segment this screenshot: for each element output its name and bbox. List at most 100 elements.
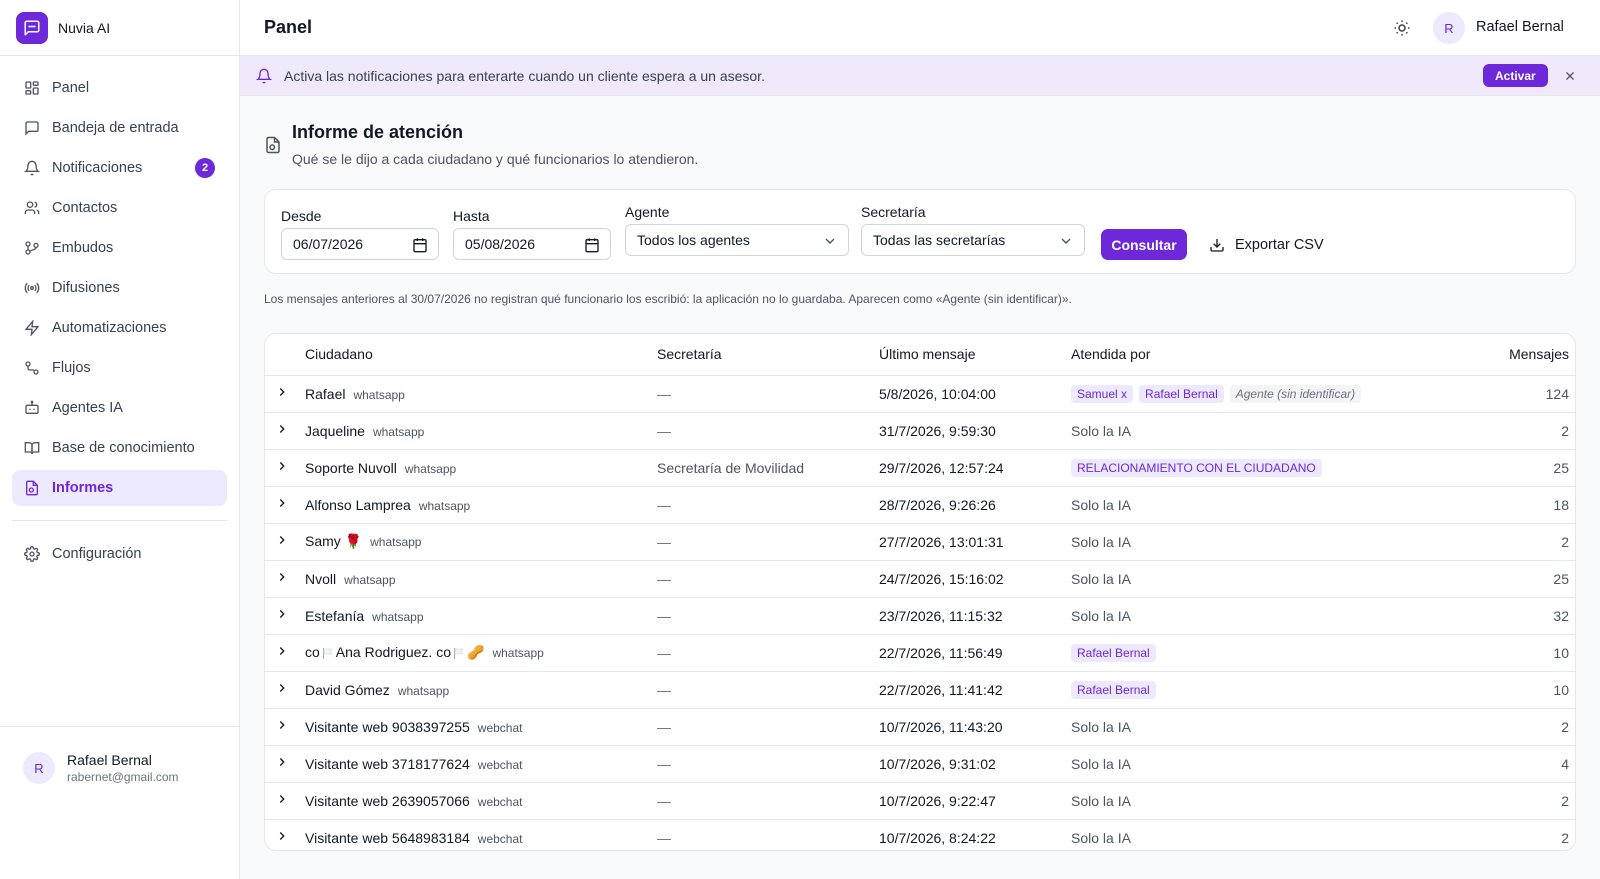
agent-pill: Agente (sin identificar) xyxy=(1229,384,1362,403)
sidebar-item-difusiones[interactable]: Difusiones xyxy=(12,270,227,306)
hasta-label: Hasta xyxy=(453,208,490,224)
sidebar-item-label: Informes xyxy=(52,480,114,496)
atendida-text: Solo la IA xyxy=(1071,570,1131,587)
close-icon[interactable] xyxy=(1562,68,1578,84)
table-row[interactable]: Visitante web 5648983184 webchat — 10/7/202… xyxy=(265,819,1575,850)
sidebar-item-base-conocimiento[interactable]: Base de conocimiento xyxy=(12,430,227,466)
chevron-right-icon[interactable] xyxy=(275,533,289,547)
atendida-por-cell: Solo la IA xyxy=(1071,819,1505,850)
expand-cell xyxy=(265,412,305,450)
ultimo-mensaje-cell: 29/7/2026, 12:57:24 xyxy=(879,449,1071,487)
table-row[interactable]: Alfonso Lamprea whatsapp —28/7/2026, 9:26:… xyxy=(265,486,1575,524)
user-email: rabernet@gmail.com xyxy=(67,770,179,784)
expand-cell xyxy=(265,708,305,746)
chevron-right-icon[interactable] xyxy=(275,644,289,658)
consultar-button[interactable]: Consultar xyxy=(1101,229,1187,260)
table-row[interactable]: Estefanía whatsapp —23/7/2026, 11:15:32 Sol… xyxy=(265,597,1575,635)
sidebar-item-label: Base de conocimiento xyxy=(52,440,195,456)
header-secretaria[interactable]: Secretaría xyxy=(657,334,879,376)
table-row[interactable]: Rafael whatsapp —5/8/2026, 10:04:00 Samuel … xyxy=(265,375,1575,413)
sidebar-item-configuracion[interactable]: Configuración xyxy=(12,536,227,572)
sidebar-item-bandeja[interactable]: Bandeja de entrada xyxy=(12,110,227,146)
chevron-right-icon[interactable] xyxy=(275,570,289,584)
atendida-por-cell: Solo la IA xyxy=(1071,597,1505,635)
message-square-icon xyxy=(16,11,48,44)
sidebar-item-informes[interactable]: Informes xyxy=(12,470,227,506)
chevron-right-icon[interactable] xyxy=(275,607,289,621)
mensajes-cell: 2 xyxy=(1505,708,1575,746)
layout-grid-icon xyxy=(24,80,40,96)
header-ultimo-mensaje[interactable]: Último mensaje xyxy=(879,334,1071,376)
table-row[interactable]: Nvoll whatsapp —24/7/2026, 15:16:02 Solo la… xyxy=(265,560,1575,598)
sidebar-item-embudos[interactable]: Embudos xyxy=(12,230,227,266)
sidebar-item-notificaciones[interactable]: Notificaciones 2 xyxy=(12,150,227,186)
agente-label: Agente xyxy=(625,204,670,220)
agent-pill: Rafael Bernal xyxy=(1071,680,1156,699)
table-row[interactable]: David Gómez whatsapp —22/7/2026, 11:41:42 R… xyxy=(265,671,1575,709)
mensajes-cell: 2 xyxy=(1505,523,1575,561)
table-row[interactable]: Visitante web 3718177624 webchat —10/7/202… xyxy=(265,745,1575,783)
chevron-right-icon[interactable] xyxy=(275,755,289,769)
sidebar-item-label: Configuración xyxy=(52,546,142,562)
secretaria-cell: — xyxy=(657,597,879,635)
table-row[interactable]: Samy 🌹 whatsapp —27/7/2026, 13:01:31 Solo l… xyxy=(265,523,1575,561)
topbar-user-name[interactable]: Rafael Bernal xyxy=(1476,19,1564,35)
channel-tag: webchat xyxy=(477,720,523,735)
table-row[interactable]: Soporte Nuvoll whatsapp Secretaría de Movi… xyxy=(265,449,1575,487)
chevron-right-icon[interactable] xyxy=(275,422,289,436)
secretaria-cell: — xyxy=(657,782,879,820)
atendida-por-cell: Solo la IA xyxy=(1071,412,1505,450)
mensajes-cell: 25 xyxy=(1505,449,1575,487)
citizen-name: Alfonso Lamprea xyxy=(305,496,411,513)
sidebar: Nuvia AI Panel Bandeja de entrada Notifi… xyxy=(0,0,240,879)
mensajes-cell: 2 xyxy=(1561,829,1569,846)
report-table: Ciudadano Secretaría Último mensaje Aten… xyxy=(264,333,1576,851)
ciudadano-cell: Samy 🌹 whatsapp xyxy=(305,523,657,561)
filters-panel: Desde 06/07/2026 Hasta 05/08/2026 Agente… xyxy=(264,189,1576,274)
secretaria-cell: — xyxy=(657,486,879,524)
agente-select[interactable]: Todos los agentes xyxy=(625,224,849,256)
ciudadano-cell: Visitante web 2639057066 webchat xyxy=(305,782,657,820)
ciudadano-cell: Visitante web 9038397255 webchat xyxy=(305,708,657,746)
channel-tag: whatsapp xyxy=(372,609,424,624)
table-row[interactable]: Visitante web 2639057066 webchat —10/7/202… xyxy=(265,782,1575,820)
table-row[interactable]: Visitante web 9038397255 webchat —10/7/202… xyxy=(265,708,1575,746)
ciudadano-cell: Jaqueline whatsapp xyxy=(305,412,657,450)
table-row[interactable]: co Ana Rodriguez. co 🥜 whatsapp —22/7/2026, … xyxy=(265,634,1575,672)
chevron-right-icon[interactable] xyxy=(275,718,289,732)
chevron-right-icon[interactable] xyxy=(275,681,289,695)
channel-tag: whatsapp xyxy=(372,424,425,439)
header-atendida-por[interactable]: Atendida por xyxy=(1071,334,1505,376)
desde-date-input[interactable]: 06/07/2026 xyxy=(281,228,439,260)
chevron-right-icon[interactable] xyxy=(275,459,289,473)
bell-icon xyxy=(24,160,40,176)
sidebar-item-panel[interactable]: Panel xyxy=(12,70,227,106)
sidebar-item-contactos[interactable]: Contactos xyxy=(12,190,227,226)
brand[interactable]: Nuvia AI xyxy=(0,0,239,56)
channel-tag: whatsapp xyxy=(397,683,450,698)
citizen-name: Jaqueline xyxy=(305,422,365,439)
sidebar-item-flujos[interactable]: Flujos xyxy=(12,350,227,386)
sun-icon[interactable] xyxy=(1390,16,1414,40)
hasta-date-input[interactable]: 05/08/2026 xyxy=(453,228,611,260)
calendar-icon[interactable] xyxy=(412,237,428,253)
chevron-right-icon[interactable] xyxy=(275,829,289,843)
atendida-text: Solo la IA xyxy=(1071,496,1131,513)
secretaria-cell: — xyxy=(657,671,879,709)
sidebar-user[interactable]: R Rafael Bernal rabernet@gmail.com xyxy=(0,726,239,809)
chevron-right-icon[interactable] xyxy=(275,385,289,399)
sidebar-item-automatizaciones[interactable]: Automatizaciones xyxy=(12,310,227,346)
citizen-name: Visitante web 3718177624 xyxy=(305,755,470,772)
export-csv-button[interactable]: Exportar CSV xyxy=(1209,229,1324,260)
sidebar-item-agentes-ia[interactable]: Agentes IA xyxy=(12,390,227,426)
secretaria-select[interactable]: Todas las secretarías xyxy=(861,224,1085,256)
chevron-right-icon[interactable] xyxy=(275,496,289,510)
avatar[interactable]: R xyxy=(1433,12,1465,44)
activate-button[interactable]: Activar xyxy=(1483,64,1548,87)
calendar-icon[interactable] xyxy=(584,237,600,253)
ciudadano-cell: Visitante web 3718177624 webchat xyxy=(305,745,657,783)
header-ciudadano[interactable]: Ciudadano xyxy=(305,334,657,376)
table-row[interactable]: Jaqueline whatsapp —31/7/2026, 9:59:30 Solo… xyxy=(265,412,1575,450)
header-mensajes[interactable]: Mensajes xyxy=(1505,334,1575,376)
chevron-right-icon[interactable] xyxy=(275,792,289,806)
